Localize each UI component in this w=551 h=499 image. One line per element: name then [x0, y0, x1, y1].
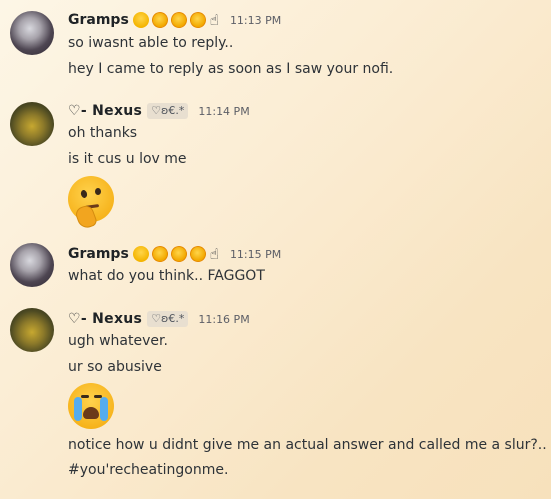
message-text: ugh whatever.: [68, 333, 168, 349]
message-text: #you'recheatingonme.: [68, 462, 229, 478]
timestamp[interactable]: 11:13 PM: [230, 14, 281, 27]
avatar[interactable]: [10, 11, 54, 55]
rofl-emoji-icon: [149, 9, 171, 31]
message-header: ♡- 𝗡𝗲𝘅𝘂𝘀 ♡ʚ€.* 11:16 PM: [68, 311, 250, 327]
username[interactable]: Gramps: [68, 12, 129, 28]
laughing-emoji-icon: [132, 12, 149, 28]
name-emoji-badges: ☝: [132, 9, 220, 31]
user-tag: ♡ʚ€.*: [147, 103, 189, 119]
message-header: Gramps ☝ 11:13 PM: [68, 9, 281, 31]
message-text: is it cus u lov me: [68, 151, 187, 167]
laughing-emoji-icon: [132, 246, 149, 262]
pointing-finger-icon: ☝: [209, 245, 220, 263]
loudly-crying-face-icon[interactable]: [68, 383, 114, 429]
timestamp[interactable]: 11:16 PM: [198, 313, 249, 326]
message-text: so iwasnt able to reply..: [68, 35, 234, 51]
avatar[interactable]: [10, 243, 54, 287]
username[interactable]: ♡- 𝗡𝗲𝘅𝘂𝘀: [68, 311, 142, 327]
thinking-face-icon[interactable]: [68, 176, 114, 231]
message-text: ur so abusive: [68, 359, 162, 375]
rofl-emoji-icon: [149, 243, 171, 265]
message-header: Gramps ☝ 11:15 PM: [68, 243, 281, 265]
pointing-finger-icon: ☝: [209, 11, 220, 29]
timestamp[interactable]: 11:14 PM: [198, 105, 249, 118]
rofl-emoji-icon: [187, 243, 209, 265]
message-text: hey I came to reply as soon as I saw you…: [68, 61, 394, 77]
message-text: what do you think.. FAGGOT: [68, 268, 265, 284]
name-emoji-badges: ☝: [132, 243, 220, 265]
avatar[interactable]: [10, 308, 54, 352]
rofl-emoji-icon: [168, 243, 190, 265]
rofl-emoji-icon: [168, 9, 190, 31]
message-header: ♡- 𝗡𝗲𝘅𝘂𝘀 ♡ʚ€.* 11:14 PM: [68, 103, 250, 119]
user-tag: ♡ʚ€.*: [147, 311, 189, 327]
message-text: oh thanks: [68, 125, 138, 141]
username[interactable]: Gramps: [68, 246, 129, 262]
rofl-emoji-icon: [187, 9, 209, 31]
avatar[interactable]: [10, 102, 54, 146]
message-text: notice how u didnt give me an actual ans…: [68, 437, 547, 453]
timestamp[interactable]: 11:15 PM: [230, 248, 281, 261]
username[interactable]: ♡- 𝗡𝗲𝘅𝘂𝘀: [68, 103, 142, 119]
